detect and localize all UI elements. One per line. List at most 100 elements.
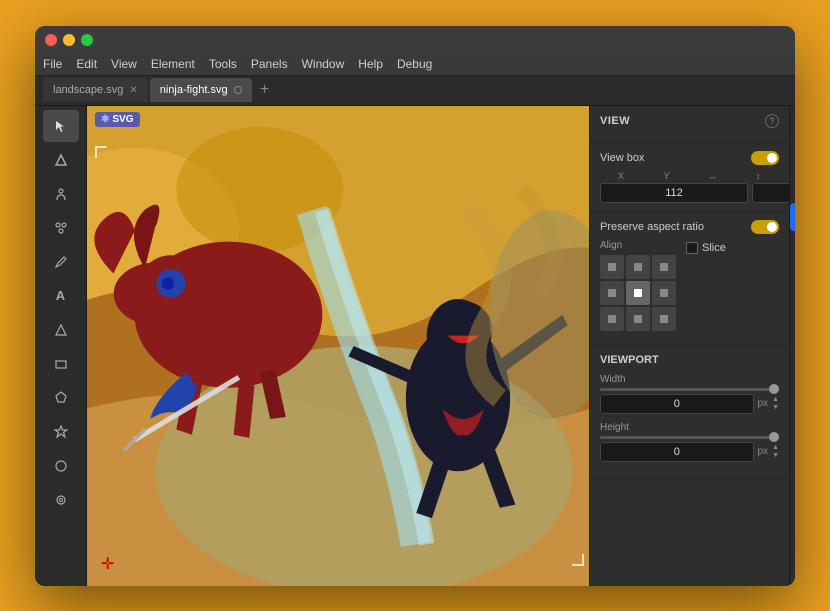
right-tool-view[interactable] — [790, 203, 795, 231]
app-window: File Edit View Element Tools Panels Wind… — [35, 26, 795, 586]
right-tool-list[interactable] — [790, 296, 795, 324]
close-button[interactable] — [45, 34, 57, 46]
svg-badge-label: SVG — [112, 114, 133, 125]
view-panel-header-section: VIEW ? — [590, 106, 789, 143]
canvas-area[interactable]: ✱ SVG ✛ — [87, 106, 589, 586]
tool-node[interactable] — [43, 144, 79, 176]
height-step-up[interactable]: ▲ — [772, 444, 779, 451]
align-bc-dot — [634, 315, 642, 323]
right-tool-export[interactable] — [790, 389, 795, 417]
menu-file[interactable]: File — [43, 57, 62, 71]
maximize-button[interactable] — [81, 34, 93, 46]
right-tool-text[interactable] — [790, 265, 795, 293]
align-mr[interactable] — [652, 281, 676, 305]
height-input-row: px ▲ ▼ — [600, 442, 779, 462]
slice-checkbox[interactable] — [686, 242, 698, 254]
slice-label: Slice — [702, 242, 726, 254]
align-mc[interactable] — [626, 281, 650, 305]
menu-panels[interactable]: Panels — [251, 57, 288, 71]
tool-spiral[interactable] — [43, 484, 79, 516]
svg-asterisk: ✱ — [101, 114, 109, 125]
slice-container: Slice — [686, 242, 726, 254]
w-label: ↔ — [692, 171, 734, 181]
canvas-toolbar: ✱ SVG — [95, 112, 140, 127]
tab-landscape-close[interactable]: ✕ — [129, 85, 137, 96]
title-bar — [35, 26, 795, 54]
right-tool-move[interactable] — [790, 234, 795, 262]
height-unit: px — [758, 446, 769, 457]
h-label: ↕ — [737, 171, 779, 181]
align-tr-dot — [660, 263, 668, 271]
tool-group[interactable] — [43, 212, 79, 244]
align-tr[interactable] — [652, 255, 676, 279]
menu-edit[interactable]: Edit — [76, 57, 97, 71]
height-input[interactable] — [600, 442, 754, 462]
height-slider[interactable] — [600, 436, 779, 439]
tab-landscape[interactable]: landscape.svg ✕ — [43, 78, 148, 102]
tab-add-button[interactable]: + — [254, 79, 276, 101]
tool-star[interactable] — [43, 416, 79, 448]
tool-select[interactable] — [43, 110, 79, 142]
tool-polygon[interactable] — [43, 382, 79, 414]
tab-ninja[interactable]: ninja-fight.svg — [150, 78, 252, 102]
menu-bar: File Edit View Element Tools Panels Wind… — [35, 54, 795, 76]
align-bc[interactable] — [626, 307, 650, 331]
menu-debug[interactable]: Debug — [397, 57, 432, 71]
align-br[interactable] — [652, 307, 676, 331]
align-bl[interactable] — [600, 307, 624, 331]
tool-ellipse[interactable] — [43, 450, 79, 482]
menu-tools[interactable]: Tools — [209, 57, 237, 71]
align-mc-dot — [634, 289, 642, 297]
help-icon[interactable]: ? — [765, 114, 779, 128]
par-toggle[interactable] — [751, 220, 779, 234]
width-step-up[interactable]: ▲ — [772, 396, 779, 403]
minimize-button[interactable] — [63, 34, 75, 46]
tool-triangle[interactable] — [43, 314, 79, 346]
right-icons-toolbar — [789, 106, 795, 586]
menu-element[interactable]: Element — [151, 57, 195, 71]
tool-rect[interactable] — [43, 348, 79, 380]
align-ml[interactable] — [600, 281, 624, 305]
tool-person[interactable] — [43, 178, 79, 210]
right-tool-layers[interactable] — [790, 172, 795, 200]
menu-view[interactable]: View — [111, 57, 137, 71]
menu-window[interactable]: Window — [302, 57, 345, 71]
align-tl[interactable] — [600, 255, 624, 279]
viewbox-x-input[interactable] — [600, 183, 748, 203]
right-tool-2[interactable] — [790, 141, 795, 169]
tab-landscape-label: landscape.svg — [53, 84, 123, 96]
right-tool-mask[interactable] — [790, 327, 795, 355]
width-step-down[interactable]: ▼ — [772, 404, 779, 411]
width-slider-row — [600, 388, 779, 391]
svg-badge: ✱ SVG — [95, 112, 140, 127]
viewbox-toggle[interactable] — [751, 151, 779, 165]
tool-text[interactable]: A — [43, 280, 79, 312]
width-slider[interactable] — [600, 388, 779, 391]
align-tc[interactable] — [626, 255, 650, 279]
left-toolbar: A — [35, 106, 87, 586]
view-panel-header: VIEW ? — [600, 114, 779, 128]
height-step-down[interactable]: ▼ — [772, 452, 779, 459]
height-field-row: Height px ▲ ▼ — [600, 422, 779, 462]
viewbox-toggle-row: View box — [600, 151, 779, 165]
view-panel-title: VIEW — [600, 115, 630, 127]
viewport-section: Viewport Width px — [590, 346, 789, 479]
coord-labels: X Y ↔ ↕ — [600, 171, 779, 181]
width-input[interactable] — [600, 394, 754, 414]
tab-ninja-label: ninja-fight.svg — [160, 84, 228, 96]
height-stepper: ▲ ▼ — [772, 444, 779, 459]
align-container: Align — [600, 240, 676, 337]
align-ml-dot — [608, 289, 616, 297]
right-panels: VIEW ? View box X Y ↔ — [589, 106, 795, 586]
width-label: Width — [600, 374, 779, 385]
tab-ninja-indicator — [234, 86, 242, 94]
height-slider-thumb — [769, 432, 779, 442]
menu-help[interactable]: Help — [358, 57, 383, 71]
tool-pencil[interactable] — [43, 246, 79, 278]
view-panel: VIEW ? View box X Y ↔ — [589, 106, 789, 586]
viewbox-section: View box X Y ↔ ↕ — [590, 143, 789, 212]
right-tool-1[interactable] — [790, 110, 795, 138]
canvas-corner-tl — [95, 146, 107, 158]
right-tool-fill[interactable] — [790, 358, 795, 386]
align-tc-dot — [634, 263, 642, 271]
